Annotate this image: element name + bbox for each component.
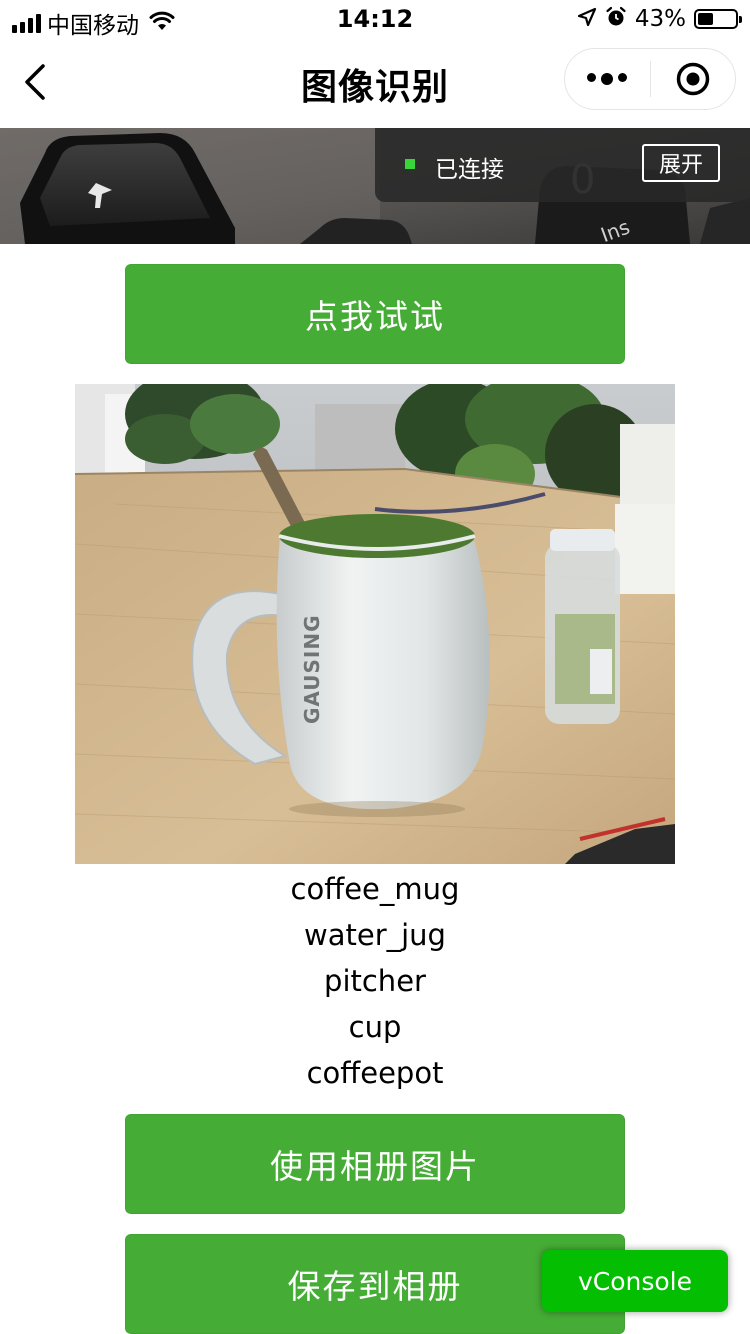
status-bar: 中国移动 14:12 43%: [0, 0, 750, 40]
mug-brand-text: GAUSING: [300, 614, 324, 724]
result-item: water_jug: [304, 918, 446, 952]
connection-panel: 已连接 展开: [375, 128, 750, 202]
result-item: cup: [348, 1010, 402, 1044]
use-album-image-button[interactable]: 使用相册图片: [125, 1114, 625, 1214]
recognized-photo: GAUSING: [75, 384, 675, 864]
result-item: coffee_mug: [290, 872, 460, 906]
vconsole-button[interactable]: vConsole: [542, 1250, 728, 1312]
more-dots-icon: [587, 73, 628, 85]
status-right: 43%: [577, 6, 742, 32]
more-button[interactable]: [565, 49, 650, 109]
result-item: pitcher: [324, 964, 426, 998]
battery-percent: 43%: [634, 6, 686, 32]
battery-icon: [694, 9, 742, 29]
recognition-results: coffee_mug water_jug pitcher cup coffeep…: [0, 866, 750, 1096]
try-button[interactable]: 点我试试: [125, 264, 625, 364]
expand-button[interactable]: 展开: [642, 144, 720, 182]
alarm-icon: [605, 6, 627, 32]
coffee-mug-photo: GAUSING: [75, 384, 675, 864]
connected-indicator-icon: [405, 159, 415, 169]
camera-preview[interactable]: 0 Ins 已连接 展开: [0, 128, 750, 244]
location-arrow-icon: [577, 7, 597, 31]
result-item: coffeepot: [306, 1056, 444, 1090]
nav-bar: 图像识别: [0, 40, 750, 128]
target-close-icon: [676, 62, 709, 96]
close-miniprogram-button[interactable]: [651, 49, 736, 109]
mini-program-capsule: [564, 48, 736, 110]
connection-status: 已连接: [435, 157, 504, 183]
battery-level-fill: [698, 13, 714, 25]
